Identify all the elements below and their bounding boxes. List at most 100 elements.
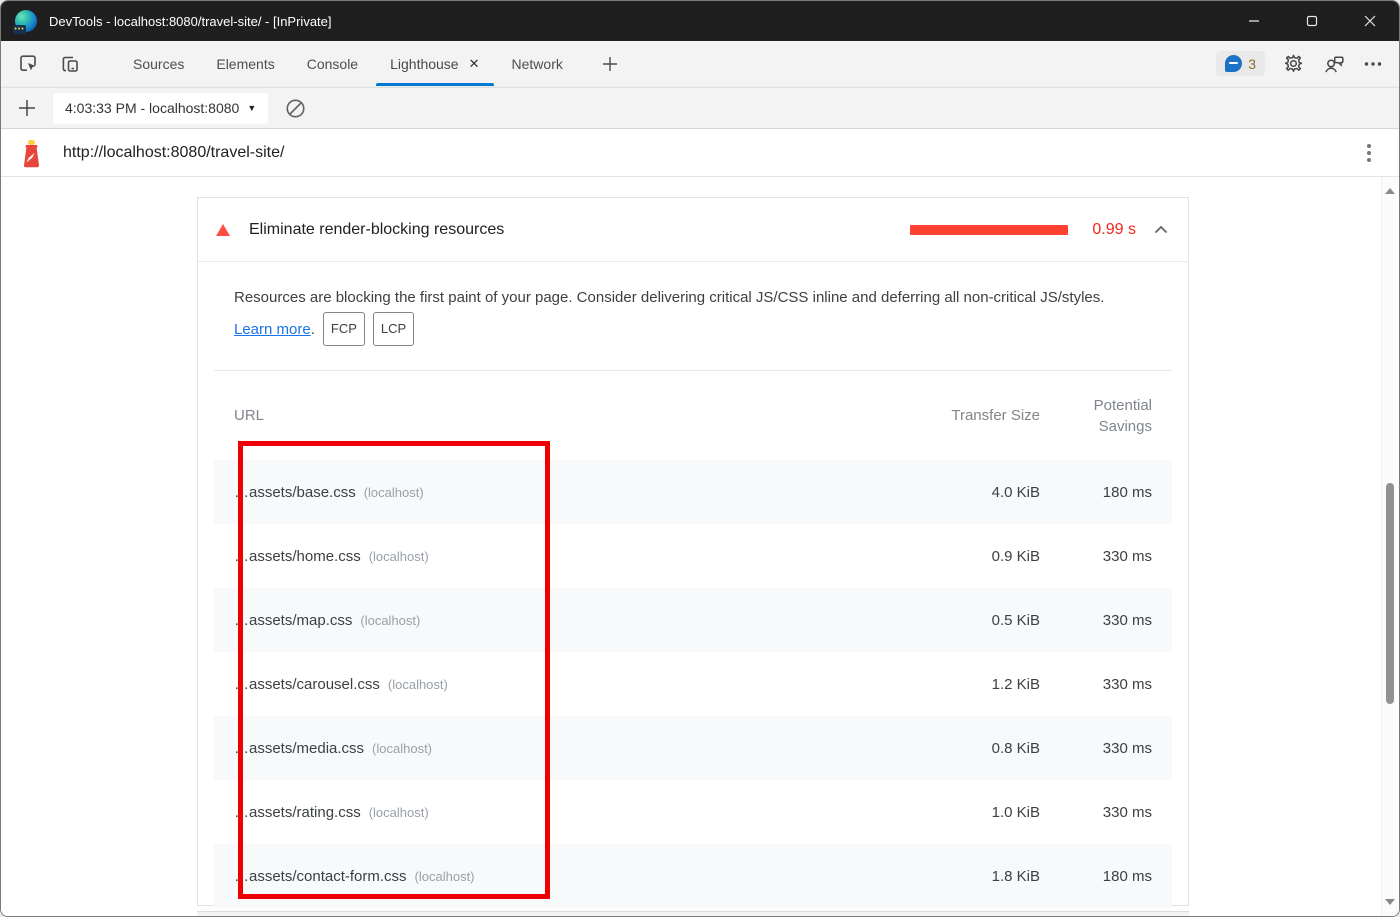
minimize-button[interactable] xyxy=(1225,1,1283,41)
scrollbar-thumb[interactable] xyxy=(1386,483,1394,704)
table-row: …assets/contact-form.css (localhost) 1.8 K… xyxy=(214,844,1172,908)
lighthouse-toolbar: 4:03:33 PM - localhost:8080 ▼ xyxy=(1,87,1399,129)
transfer-size-value: 0.9 KiB xyxy=(930,548,1040,565)
potential-savings-value: 330 ms xyxy=(1040,676,1152,693)
inspect-element-icon[interactable] xyxy=(15,51,41,77)
report-content: Eliminate render-blocking resources 0.99… xyxy=(1,177,1399,917)
potential-savings-value: 180 ms xyxy=(1040,868,1152,885)
audit-header[interactable]: Eliminate render-blocking resources 0.99… xyxy=(198,198,1188,262)
resource-host: (localhost) xyxy=(369,805,429,820)
table-header-row: URL Transfer Size Potential Savings xyxy=(214,371,1172,460)
transfer-size-value: 0.5 KiB xyxy=(930,612,1040,629)
table-row: …assets/rating.css(localhost)1.0 KiB330 … xyxy=(214,780,1172,844)
transfer-size-value: 1.8 KiB xyxy=(930,868,1040,885)
resource-path: …assets/map.css xyxy=(234,612,352,629)
issues-count: 3 xyxy=(1248,56,1256,72)
table-row: …assets/media.css (localhost) 0.8 KiB330 m… xyxy=(214,716,1172,780)
fail-triangle-icon xyxy=(216,224,230,236)
resource-path: …assets/home.css xyxy=(234,548,361,565)
table-row: …assets/home.css (localhost) 0.9 KiB330 ms xyxy=(214,524,1172,588)
resource-host: (localhost) xyxy=(388,677,448,692)
transfer-size-value: 1.0 KiB xyxy=(930,804,1040,821)
chevron-up-icon[interactable] xyxy=(1154,225,1168,234)
resource-host: (localhost) xyxy=(372,741,432,756)
tab-label: Lighthouse xyxy=(390,56,459,72)
resource-path: …assets/contact-form.css xyxy=(234,868,407,885)
tab-sources[interactable]: Sources xyxy=(117,41,200,86)
column-header-url: URL xyxy=(234,407,930,424)
column-header-potential-savings: Potential Savings xyxy=(1040,395,1152,437)
resource-url[interactable]: …assets/map.css (localhost) xyxy=(234,612,930,629)
devtools-tabs: Sources Elements Console Lighthouse ✕ Ne… xyxy=(117,41,579,86)
learn-more-link[interactable]: Learn more xyxy=(234,321,311,338)
tab-label: Network xyxy=(512,56,563,72)
resource-url[interactable]: …assets/home.css (localhost) xyxy=(234,548,930,565)
scroll-down-arrow-icon[interactable] xyxy=(1382,894,1398,910)
tab-console[interactable]: Console xyxy=(291,41,374,86)
device-toolbar-icon[interactable] xyxy=(57,51,83,77)
savings-value: 0.99 s xyxy=(1086,221,1136,239)
tab-label: Console xyxy=(307,56,358,72)
settings-gear-icon[interactable] xyxy=(1283,53,1304,74)
resources-table: URL Transfer Size Potential Savings …ass… xyxy=(214,370,1172,908)
window-controls xyxy=(1225,1,1399,41)
report-url: http://localhost:8080/travel-site/ xyxy=(63,144,284,162)
report-url-bar: http://localhost:8080/travel-site/ xyxy=(1,129,1399,177)
potential-savings-value: 330 ms xyxy=(1040,740,1152,757)
resource-host: (localhost) xyxy=(360,613,420,628)
tab-label: Sources xyxy=(133,56,184,72)
resource-url[interactable]: …assets/media.css (localhost) xyxy=(234,740,930,757)
tab-lighthouse[interactable]: Lighthouse ✕ xyxy=(374,41,495,86)
more-options-icon[interactable] xyxy=(1363,54,1383,74)
tab-label: Elements xyxy=(216,56,274,72)
issues-counter-button[interactable]: 3 xyxy=(1216,51,1265,76)
tabbar-right-controls: 3 xyxy=(1216,51,1383,76)
report-history-label: 4:03:33 PM - localhost:8080 xyxy=(65,100,239,116)
table-row: …assets/base.css (localhost) 4.0 KiB180 ms xyxy=(214,460,1172,524)
audit-card: Eliminate render-blocking resources 0.99… xyxy=(197,197,1189,906)
inprivate-badge-icon: ••• xyxy=(13,25,26,34)
report-history-dropdown[interactable]: 4:03:33 PM - localhost:8080 ▼ xyxy=(53,93,268,124)
clear-reports-icon[interactable] xyxy=(284,97,307,120)
transfer-size-value: 1.2 KiB xyxy=(930,676,1040,693)
devtools-window: ••• DevTools - localhost:8080/travel-sit… xyxy=(0,0,1400,917)
close-button[interactable] xyxy=(1341,1,1399,41)
scroll-up-arrow-icon[interactable] xyxy=(1382,183,1398,199)
transfer-size-value: 0.8 KiB xyxy=(930,740,1040,757)
resource-url[interactable]: …assets/carousel.css (localhost) xyxy=(234,676,930,693)
description-text: Resources are blocking the first paint o… xyxy=(234,289,1104,306)
audit-title: Eliminate render-blocking resources xyxy=(249,221,504,239)
resource-host: (localhost) xyxy=(369,549,429,564)
report-options-menu-icon[interactable] xyxy=(1367,144,1371,162)
resource-host: (localhost) xyxy=(415,869,475,884)
new-report-icon[interactable] xyxy=(17,98,37,118)
potential-savings-value: 180 ms xyxy=(1040,484,1152,501)
fcp-chip: FCP xyxy=(323,312,365,346)
vertical-scrollbar[interactable] xyxy=(1381,177,1397,917)
edge-browser-icon: ••• xyxy=(15,10,37,32)
resource-url[interactable]: …assets/base.css (localhost) xyxy=(234,484,930,501)
tab-network[interactable]: Network xyxy=(496,41,579,86)
resource-url[interactable]: …assets/contact-form.css (localhost) xyxy=(234,868,930,885)
resource-path: …assets/carousel.css xyxy=(234,676,380,693)
resource-path: …assets/base.css xyxy=(234,484,356,501)
potential-savings-value: 330 ms xyxy=(1040,548,1152,565)
next-audit-card-edge xyxy=(197,911,1189,917)
table-row: …assets/map.css(localhost)0.5 KiB330 ms xyxy=(214,588,1172,652)
feedback-icon[interactable] xyxy=(1322,52,1345,75)
devtools-tab-bar: Sources Elements Console Lighthouse ✕ Ne… xyxy=(1,41,1399,87)
tab-close-icon[interactable]: ✕ xyxy=(469,56,480,72)
lighthouse-logo-icon xyxy=(18,137,45,168)
more-tabs-button[interactable] xyxy=(601,55,619,73)
resource-url[interactable]: …assets/rating.css(localhost) xyxy=(234,804,930,821)
audit-description: Resources are blocking the first paint o… xyxy=(198,262,1188,346)
window-title: DevTools - localhost:8080/travel-site/ -… xyxy=(49,14,332,29)
lcp-chip: LCP xyxy=(373,312,414,346)
tab-elements[interactable]: Elements xyxy=(200,41,290,86)
description-period: . xyxy=(311,321,315,338)
resource-host: (localhost) xyxy=(364,485,424,500)
resource-path: …assets/media.css xyxy=(234,740,364,757)
audit-table-body: …assets/base.css(localhost)4.0 KiB180 ms… xyxy=(214,460,1172,908)
transfer-size-value: 4.0 KiB xyxy=(930,484,1040,501)
maximize-button[interactable] xyxy=(1283,1,1341,41)
